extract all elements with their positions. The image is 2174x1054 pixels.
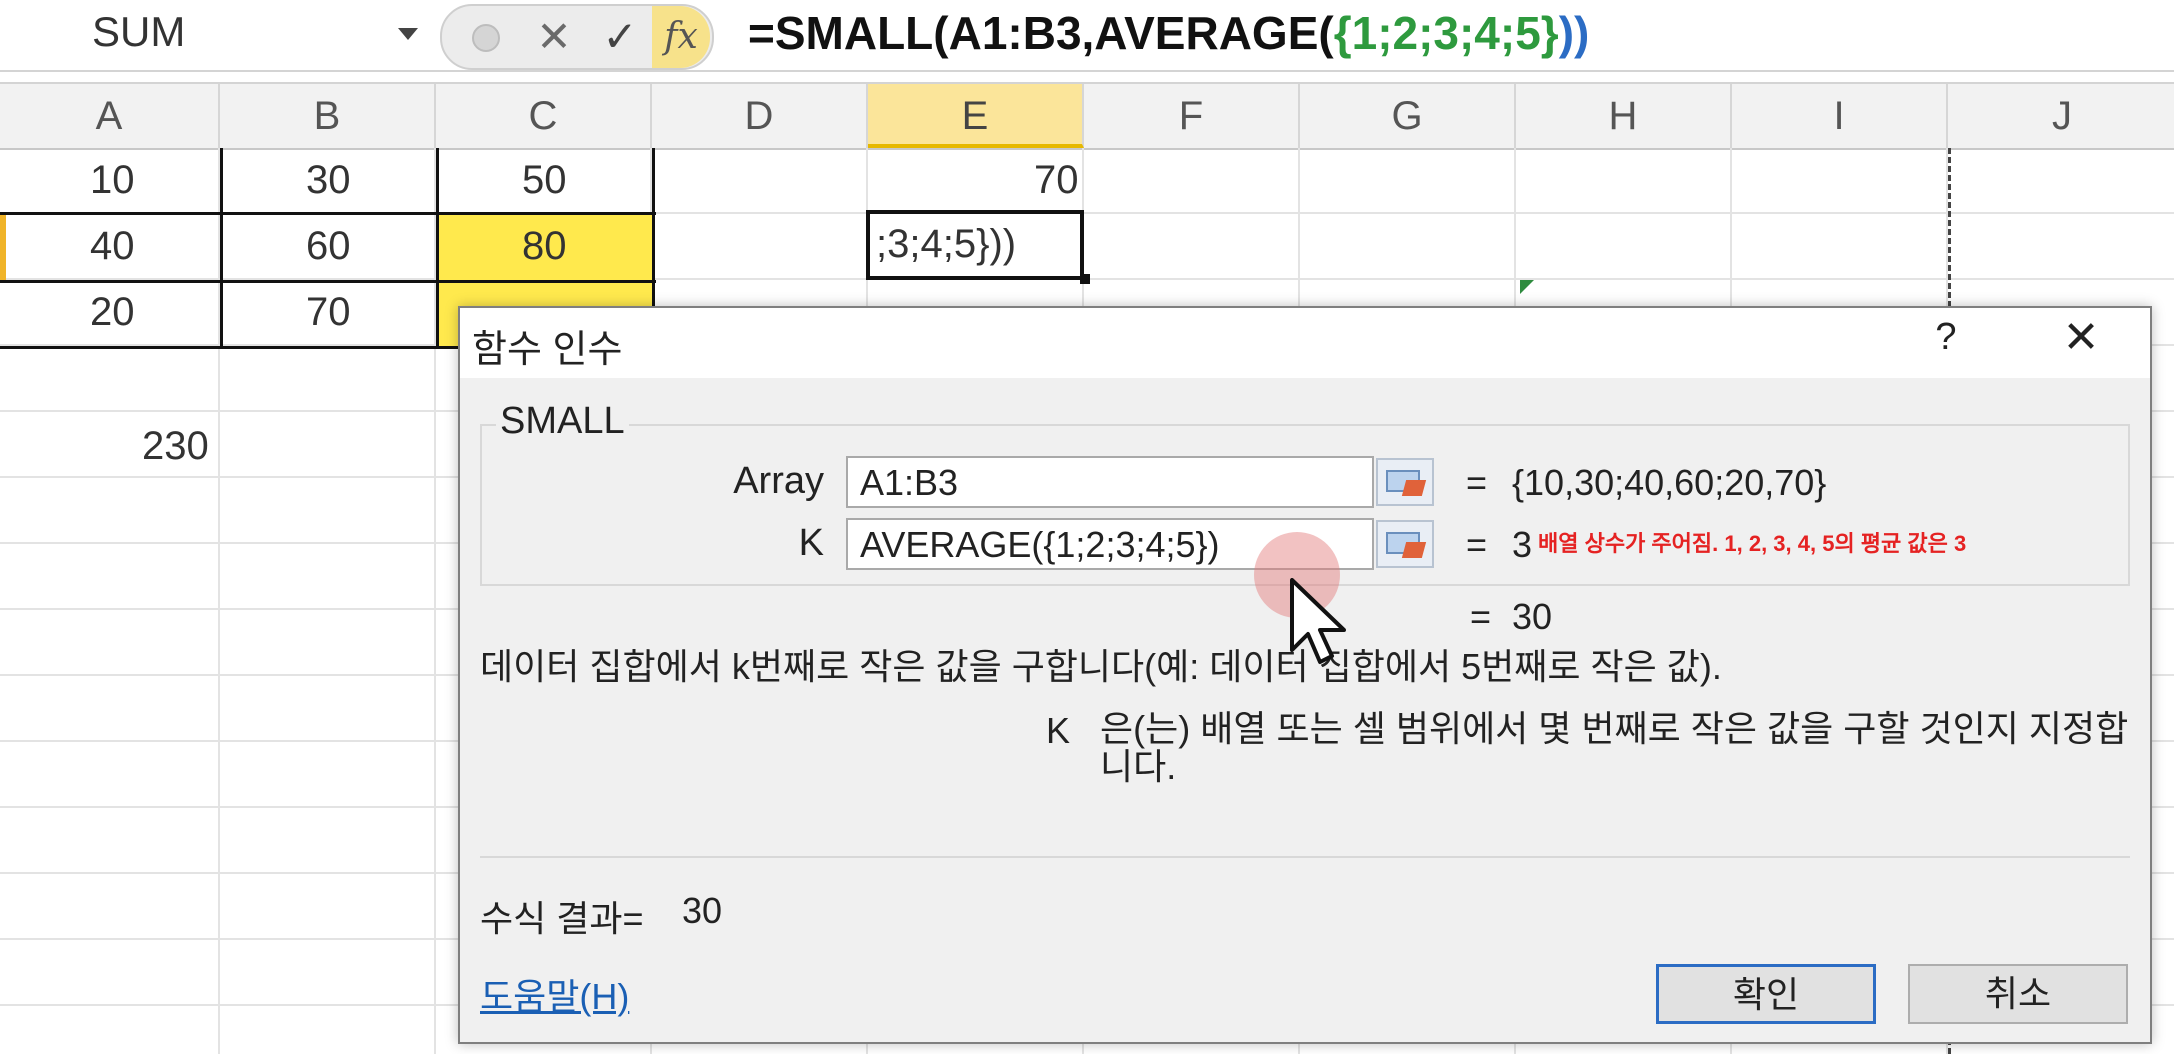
arg-result-k: 3	[1512, 524, 1533, 565]
column-header-a[interactable]: A	[0, 84, 220, 148]
column-header-j[interactable]: J	[1948, 84, 2174, 148]
arg-help-name: K	[1046, 710, 1071, 751]
column-header-h[interactable]: H	[1516, 84, 1732, 148]
table-border	[220, 148, 223, 348]
active-cell-text: ;3;4;5}))	[876, 222, 1017, 266]
arg-input-array-value: A1:B3	[860, 462, 959, 503]
formula-array-constant: {1;2;3;4;5}	[1333, 7, 1559, 59]
cancel-button[interactable]: 취소	[1908, 964, 2128, 1024]
ok-button[interactable]: 확인	[1656, 964, 1876, 1024]
formula-result-value: 30	[682, 890, 723, 931]
column-header-row: ABCDEFGHIJ	[0, 82, 2174, 150]
name-box[interactable]: SUM	[0, 0, 430, 70]
column-header-c[interactable]: C	[436, 84, 652, 148]
cell-c1[interactable]: 50	[522, 158, 567, 203]
help-link[interactable]: 도움말(H)	[480, 968, 629, 1020]
arg-input-k-value: AVERAGE({1;2;3;4;5})	[860, 524, 1220, 565]
column-header-b[interactable]: B	[220, 84, 436, 148]
formula-input[interactable]: =SMALL(A1:B3,AVERAGE({1;2;3;4;5}))	[748, 6, 1589, 60]
insert-function-icon[interactable]: fx	[652, 6, 710, 68]
cell-b1[interactable]: 30	[306, 158, 351, 203]
name-box-value[interactable]: SUM	[92, 8, 185, 56]
active-cell-e2[interactable]: ;3;4;5}))	[866, 210, 1084, 280]
arg-input-array[interactable]: A1:B3	[846, 456, 1374, 508]
cell-a3[interactable]: 20	[90, 290, 135, 335]
overall-result: 30	[1512, 596, 1553, 637]
arg-label-k: K	[798, 522, 824, 564]
cell-a1[interactable]: 10	[90, 158, 135, 203]
formula-bar: SUM ✕ ✓ fx =SMALL(A1:B3,AVERAGE({1;2;3;4…	[0, 0, 2174, 72]
fill-handle[interactable]	[1080, 274, 1090, 284]
table-border	[436, 148, 439, 348]
error-indicator-icon	[1520, 280, 1534, 294]
dialog-titlebar[interactable]: 함수 인수 ? ✕	[460, 308, 2150, 378]
table-border	[0, 212, 656, 215]
row-indicator	[0, 214, 6, 280]
cell-a5[interactable]: 230	[142, 424, 209, 469]
function-name: SMALL	[496, 400, 629, 443]
cell-c2[interactable]: 80	[522, 224, 567, 269]
function-arguments-dialog: 함수 인수 ? ✕ SMALL Array A1:B3 = {10,30;40,…	[458, 306, 2152, 1044]
column-header-f[interactable]: F	[1084, 84, 1300, 148]
column-header-d[interactable]: D	[652, 84, 868, 148]
formula-result-label: 수식 결과=	[480, 898, 644, 939]
table-border	[0, 280, 656, 283]
arg-result-array: {10,30;40,60;20,70}	[1512, 462, 1827, 503]
more-options-icon[interactable]	[456, 6, 516, 68]
arg-help-text: 은(는) 배열 또는 셀 범위에서 몇 번째로 작은 값을 구할 것인지 지정합…	[1100, 708, 2129, 787]
column-header-g[interactable]: G	[1300, 84, 1516, 148]
formula-text-closing: ))	[1558, 7, 1590, 59]
cell-a2[interactable]: 40	[90, 224, 135, 269]
cell-b3[interactable]: 70	[306, 290, 351, 335]
enter-formula-icon[interactable]: ✓	[590, 6, 650, 68]
cell-b2[interactable]: 60	[306, 224, 351, 269]
cell-e1[interactable]: 70	[1034, 158, 1079, 203]
column-header-i[interactable]: I	[1732, 84, 1948, 148]
collapse-dialog-icon[interactable]	[1376, 458, 1434, 506]
dialog-title: 함수 인수	[472, 329, 623, 371]
mouse-cursor-icon	[1290, 578, 1346, 664]
cancel-formula-icon[interactable]: ✕	[524, 6, 584, 68]
formula-buttons: ✕ ✓ fx	[440, 4, 714, 70]
column-header-e[interactable]: E	[868, 84, 1084, 148]
close-button[interactable]: ✕	[2056, 312, 2106, 363]
annotation-text: 배열 상수가 주어짐. 1, 2, 3, 4, 5의 평균 값은 3	[1538, 531, 1967, 556]
overall-equals: =	[1470, 596, 1492, 637]
dropdown-arrow-icon[interactable]	[398, 28, 418, 40]
arg-equals: =	[1466, 524, 1488, 565]
collapse-dialog-icon[interactable]	[1376, 520, 1434, 568]
function-description: 데이터 집합에서 k번째로 작은 값을 구합니다(예: 데이터 집합에서 5번째…	[480, 646, 1722, 687]
divider	[480, 856, 2130, 858]
arg-equals: =	[1466, 462, 1488, 503]
arg-label-array: Array	[733, 460, 824, 502]
formula-text-part: =SMALL(A1:B3,AVERAGE(	[748, 7, 1334, 59]
help-button[interactable]: ?	[1926, 316, 1966, 359]
